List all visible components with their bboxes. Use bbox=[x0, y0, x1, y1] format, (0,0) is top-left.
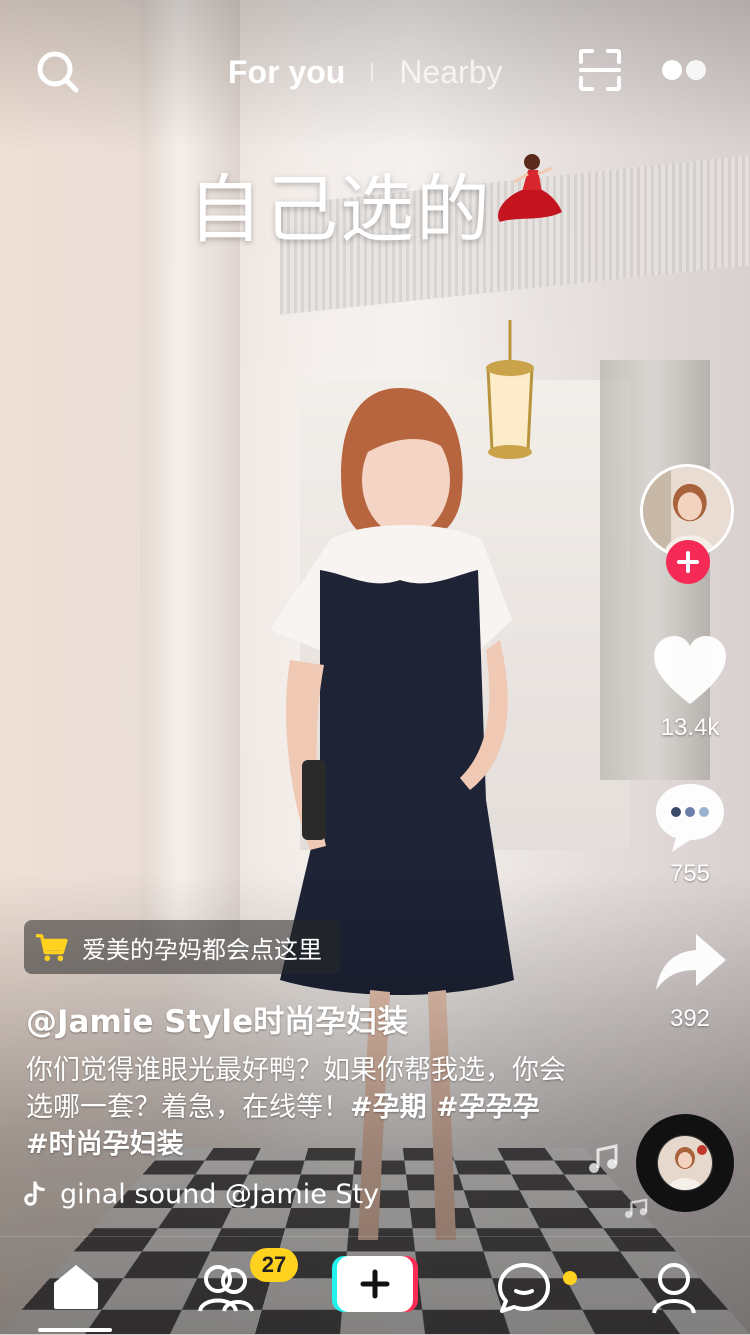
video-overlay-caption: 自己选的 bbox=[188, 167, 492, 253]
friends-icon[interactable] bbox=[198, 1259, 254, 1315]
tab-for-you[interactable]: For you bbox=[228, 54, 345, 91]
shop-tag-label: 爱美的孕妈都会点这里 bbox=[82, 935, 322, 964]
plus-icon bbox=[677, 551, 699, 573]
sound-title: ginal sound @Jamie Sty bbox=[60, 1178, 380, 1210]
music-disc[interactable] bbox=[636, 1114, 734, 1212]
search-icon[interactable] bbox=[34, 48, 80, 94]
profile-icon[interactable] bbox=[646, 1259, 702, 1315]
music-disc-art bbox=[658, 1136, 712, 1190]
shopping-cart-icon bbox=[36, 934, 68, 962]
feed-tabs: For you Nearby bbox=[228, 50, 502, 94]
comment-bubble-icon[interactable] bbox=[650, 778, 730, 858]
messages-icon[interactable] bbox=[496, 1259, 552, 1315]
tiktok-note-icon bbox=[24, 1181, 45, 1206]
follow-button[interactable] bbox=[666, 540, 710, 584]
home-icon[interactable] bbox=[48, 1259, 104, 1315]
music-note-icon bbox=[589, 1144, 618, 1173]
tab-nearby[interactable]: Nearby bbox=[399, 54, 502, 91]
comment-count: 755 bbox=[669, 860, 711, 887]
friends-badge: 27 bbox=[250, 1248, 298, 1282]
video-description: 你们觉得谁眼光最好鸭？如果你帮我选，你会选哪一套？着急，在线等！#孕期 #孕孕孕… bbox=[26, 1052, 566, 1163]
like-count: 13.4k bbox=[660, 714, 720, 741]
author-handle[interactable]: @Jamie Style时尚孕妇装 bbox=[26, 996, 408, 1041]
tab-divider bbox=[371, 63, 374, 81]
top-bar: For you Nearby bbox=[0, 40, 750, 100]
music-note-small-icon bbox=[625, 1198, 648, 1219]
active-tab-indicator bbox=[38, 1328, 112, 1332]
create-video-button[interactable] bbox=[332, 1256, 418, 1312]
like-heart-icon[interactable] bbox=[650, 632, 730, 712]
share-arrow-icon[interactable] bbox=[650, 924, 730, 1004]
shop-tag[interactable]: 爱美的孕妈都会点这里 bbox=[24, 920, 340, 974]
scan-icon[interactable] bbox=[578, 48, 622, 92]
live-icon[interactable] bbox=[660, 58, 708, 82]
disc-art-image bbox=[658, 1136, 712, 1190]
messages-notification-dot bbox=[563, 1271, 577, 1285]
sound-row[interactable]: ginal sound @Jamie Sty bbox=[24, 1176, 424, 1212]
share-count: 392 bbox=[669, 1005, 711, 1032]
dancing-girl-sticker-icon bbox=[498, 154, 562, 222]
